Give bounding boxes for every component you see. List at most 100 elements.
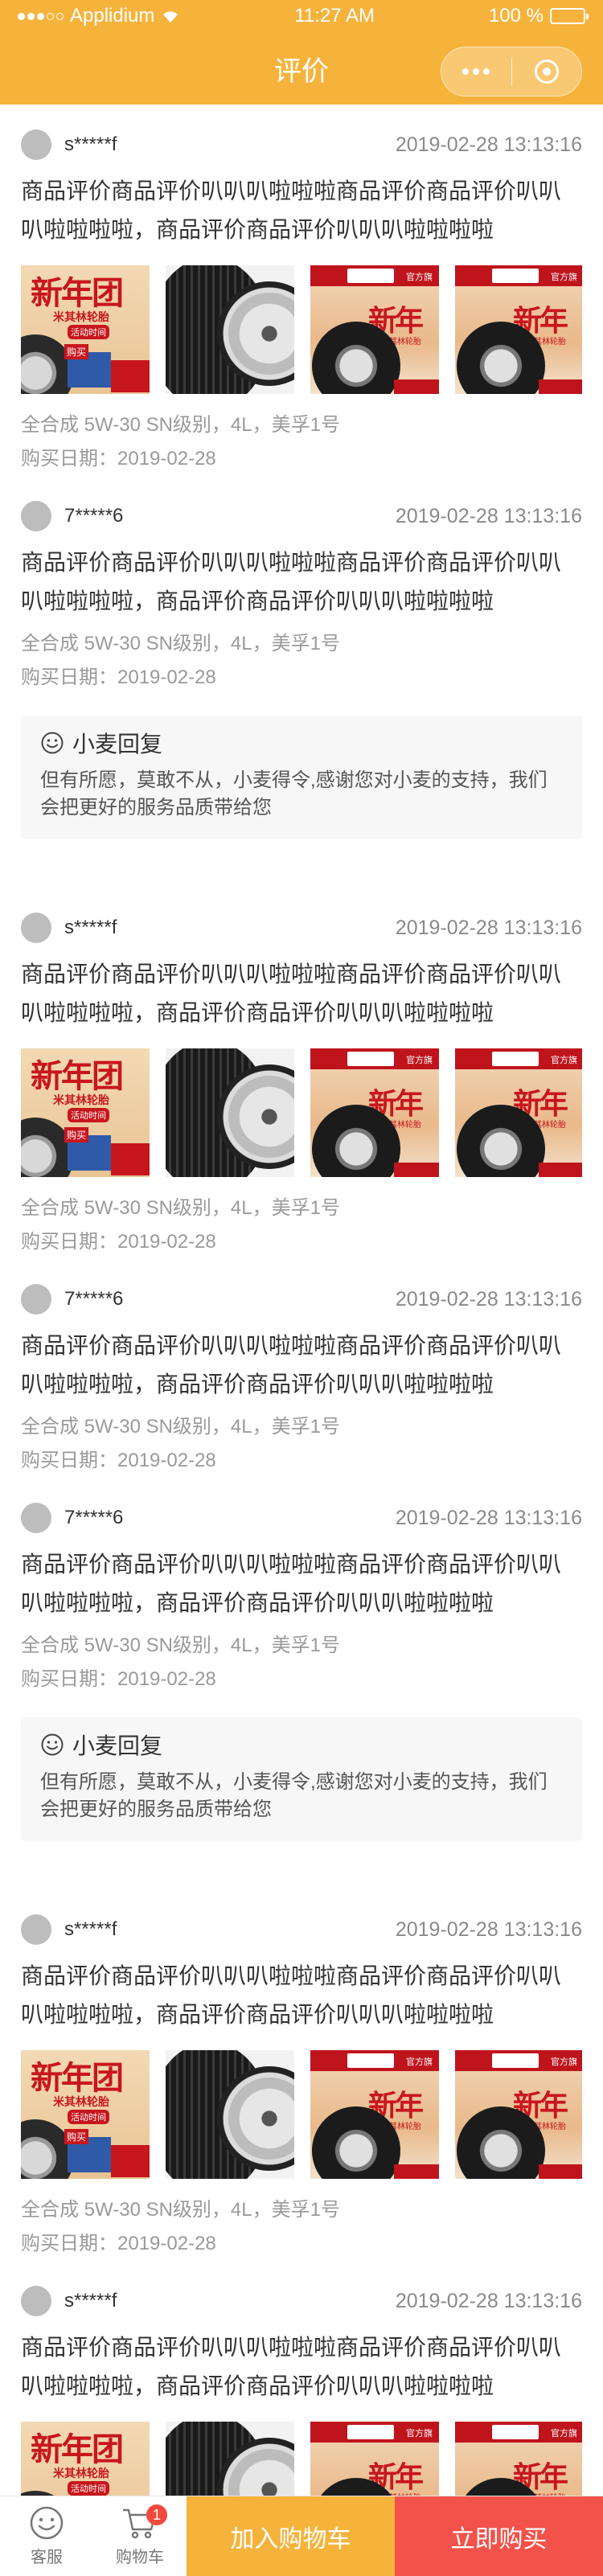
reply-title: 小麦回复: [72, 732, 163, 757]
review-username: s*****f: [64, 1918, 117, 1940]
review-content: 商品评价商品评价叭叭叭啦啦啦商品评价商品评价叭叭叭啦啦啦啦，商品评价商品评价叭叭…: [21, 1963, 562, 2027]
review-time: 2019-02-28 13:13:16: [395, 1918, 582, 1941]
top-bar: Applidium 11:27 AM 100 % 评价: [0, 0, 603, 105]
review-image[interactable]: 官方旗新年米其林轮胎: [310, 265, 439, 394]
avatar: [21, 501, 51, 531]
purchase-date: 购买日期：2019-02-28: [21, 1450, 216, 1471]
review-content: 商品评价商品评价叭叭叭啦啦啦商品评价商品评价叭叭叭啦啦啦啦，商品评价商品评价叭叭…: [21, 962, 562, 1025]
merchant-reply: 小麦回复 但有所愿，莫敢不从，小麦得令,感谢您对小麦的支持，我们会把更好的服务品质…: [21, 716, 582, 839]
review-item: 7*****6 2019-02-28 13:13:16 商品评价商品评价叭叭叭啦啦啦…: [0, 1259, 603, 1478]
bottom-bar: 客服 购物车 1 加入购物车 立即购买: [0, 2496, 603, 2576]
review-time: 2019-02-28 13:13:16: [395, 916, 582, 939]
review-image[interactable]: [166, 265, 294, 394]
review-content: 商品评价商品评价叭叭叭啦啦啦商品评价商品评价叭叭叭啦啦啦啦，商品评价商品评价叭叭…: [21, 1333, 562, 1397]
review-image[interactable]: 官方旗新年米其林轮胎: [455, 265, 582, 394]
review-time: 2019-02-28 13:13:16: [395, 1506, 582, 1529]
review-image[interactable]: 官方旗新年米其林轮胎: [455, 1048, 582, 1177]
product-spec: 全合成 5W-30 SN级别，4L，美孚1号: [21, 414, 340, 436]
service-icon: [30, 2506, 64, 2540]
review-content: 商品评价商品评价叭叭叭啦啦啦商品评价商品评价叭叭叭啦啦啦啦，商品评价商品评价叭叭…: [21, 2335, 562, 2398]
service-label: 客服: [31, 2549, 63, 2566]
review-content: 商品评价商品评价叭叭叭啦啦啦商品评价商品评价叭叭叭啦啦啦啦，商品评价商品评价叭叭…: [21, 178, 562, 242]
status-time: 11:27 AM: [294, 5, 375, 27]
review-username: s*****f: [64, 2290, 117, 2311]
cart-label: 购物车: [116, 2549, 164, 2566]
reply-text: 但有所愿，莫敢不从，小麦得令,感谢您对小麦的支持，我们会把更好的服务品质带给您: [40, 1771, 548, 1820]
review-content: 商品评价商品评价叭叭叭啦啦啦商品评价商品评价叭叭叭啦啦啦啦，商品评价商品评价叭叭…: [21, 550, 562, 613]
review-image[interactable]: [166, 2050, 294, 2179]
avatar: [21, 129, 51, 160]
review-images: 新年团米其林轮胎活动时间购买 官方旗新年米其林轮胎官方旗新年米其林轮胎: [21, 2050, 582, 2179]
review-username: 7*****6: [64, 505, 124, 527]
nav-bar: 评价: [0, 32, 603, 105]
reply-title: 小麦回复: [72, 1733, 163, 1758]
review-image[interactable]: 新年团米其林轮胎活动时间购买: [21, 2050, 150, 2179]
close-button[interactable]: [512, 47, 582, 96]
smile-icon: [41, 732, 64, 754]
review-item: 7*****6 2019-02-28 13:13:16 商品评价商品评价叭叭叭啦啦啦…: [0, 476, 603, 888]
review-header: s*****f 2019-02-28 13:13:16: [21, 129, 582, 161]
product-spec: 全合成 5W-30 SN级别，4L，美孚1号: [21, 633, 340, 654]
review-item: s*****f 2019-02-28 13:13:16 商品评价商品评价叭叭叭啦啦啦…: [0, 888, 603, 1259]
review-time: 2019-02-28 13:13:16: [395, 133, 582, 156]
product-spec: 全合成 5W-30 SN级别，4L，美孚1号: [21, 1197, 340, 1219]
review-image[interactable]: [166, 1048, 294, 1177]
review-image[interactable]: 官方旗新年米其林轮胎: [310, 1048, 439, 1177]
add-to-cart-button[interactable]: 加入购物车: [187, 2496, 395, 2576]
review-image[interactable]: 新年团米其林轮胎活动时间购买: [21, 265, 150, 394]
review-header: 7*****6 2019-02-28 13:13:16: [21, 500, 582, 532]
review-image[interactable]: 官方旗新年米其林轮胎: [310, 2050, 439, 2179]
review-item: s*****f 2019-02-28 13:13:16 商品评价商品评价叭叭叭啦啦啦…: [0, 1889, 603, 2261]
review-item: 7*****6 2019-02-28 13:13:16 商品评价商品评价叭叭叭啦啦啦…: [0, 1478, 603, 1889]
merchant-reply: 小麦回复但有所愿，莫敢不从，小麦得令,感谢您对小麦的支持，我们会把更好的服务品质…: [21, 1717, 582, 1841]
review-list: s*****f 2019-02-28 13:13:16 商品评价商品评价叭叭叭啦啦啦…: [0, 105, 603, 2550]
status-bar: Applidium 11:27 AM 100 %: [0, 0, 603, 32]
product-spec: 全合成 5W-30 SN级别，4L，美孚1号: [21, 2199, 340, 2221]
battery-text: 100 %: [488, 5, 544, 27]
review-item: s*****f 2019-02-28 13:13:16 商品评价商品评价叭叭叭啦啦啦…: [0, 105, 603, 476]
review-content: 商品评价商品评价叭叭叭啦啦啦商品评价商品评价叭叭叭啦啦啦啦，商品评价商品评价叭叭…: [21, 1552, 562, 1615]
avatar: [21, 913, 51, 943]
mini-program-capsule: [441, 47, 582, 96]
review-image[interactable]: 官方旗新年米其林轮胎: [455, 2050, 582, 2179]
review-header: 7*****6 2019-02-28 13:13:16: [21, 1502, 582, 1534]
more-button[interactable]: [441, 47, 511, 96]
purchase-date: 购买日期：2019-02-28: [21, 1231, 216, 1253]
review-username: 7*****6: [64, 1288, 124, 1310]
wifi-icon: [163, 11, 178, 23]
review-header: s*****f 2019-02-28 13:13:16: [21, 2285, 582, 2317]
review-username: s*****f: [64, 917, 117, 938]
product-spec: 全合成 5W-30 SN级别，4L，美孚1号: [21, 1635, 340, 1656]
review-username: 7*****6: [64, 1507, 124, 1528]
purchase-date: 购买日期：2019-02-28: [21, 667, 216, 688]
purchase-date: 购买日期：2019-02-28: [21, 448, 216, 470]
review-images: 新年团米其林轮胎活动时间购买 官方旗新年米其林轮胎官方旗新年米其林轮胎: [21, 1048, 582, 1177]
review-header: 7*****6 2019-02-28 13:13:16: [21, 1283, 582, 1315]
close-target-icon: [534, 59, 559, 84]
cart-button[interactable]: 购物车 1: [93, 2496, 187, 2576]
review-image[interactable]: 新年团米其林轮胎活动时间购买: [21, 1048, 150, 1177]
buy-now-button[interactable]: 立即购买: [395, 2496, 603, 2576]
avatar: [21, 2286, 51, 2316]
cart-count-badge: 1: [146, 2504, 167, 2525]
avatar: [21, 1503, 51, 1533]
review-time: 2019-02-28 13:13:16: [395, 504, 582, 527]
review-time: 2019-02-28 13:13:16: [395, 1287, 582, 1311]
avatar: [21, 1284, 51, 1315]
carrier-name: Applidium: [70, 5, 155, 27]
review-header: s*****f 2019-02-28 13:13:16: [21, 1914, 582, 1946]
product-spec: 全合成 5W-30 SN级别，4L，美孚1号: [21, 1416, 340, 1438]
review-time: 2019-02-28 13:13:16: [395, 2289, 582, 2312]
avatar: [21, 1914, 51, 1945]
review-images: 新年团米其林轮胎活动时间购买 官方旗新年米其林轮胎官方旗新年米其林轮胎: [21, 265, 582, 394]
more-icon: [462, 68, 490, 75]
review-username: s*****f: [64, 133, 117, 155]
purchase-date: 购买日期：2019-02-28: [21, 2233, 216, 2254]
review-header: s*****f 2019-02-28 13:13:16: [21, 912, 582, 944]
purchase-date: 购买日期：2019-02-28: [21, 1668, 216, 1690]
battery-icon: [549, 8, 589, 24]
page-title: 评价: [274, 55, 329, 87]
smile-icon: [41, 1733, 64, 1756]
service-button[interactable]: 客服: [0, 2496, 93, 2576]
signal-icon: [18, 12, 64, 20]
